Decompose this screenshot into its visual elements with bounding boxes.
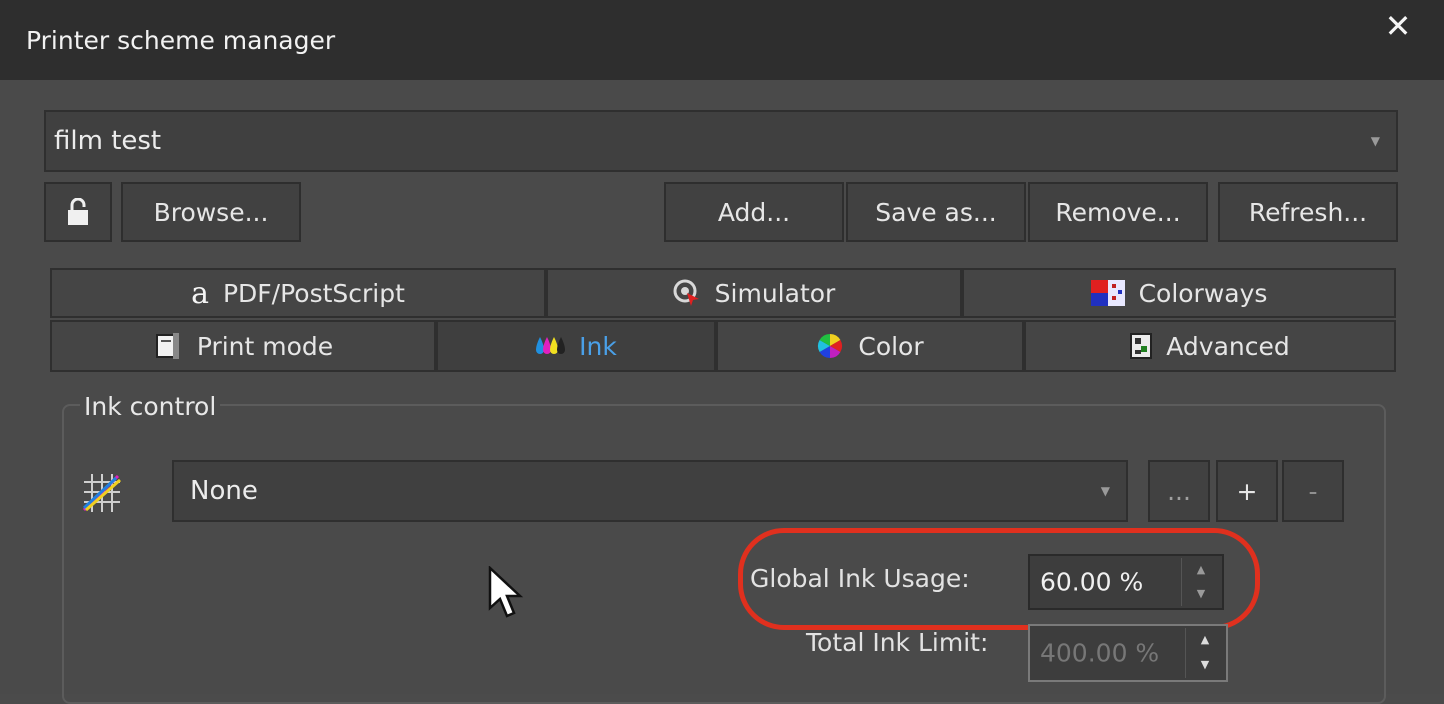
scheme-dropdown[interactable]: film test ▼ xyxy=(44,110,1398,172)
tab-simulator[interactable]: Simulator xyxy=(546,268,962,318)
global-ink-usage-value: 60.00 % xyxy=(1040,567,1144,597)
spin-down-icon[interactable]: ▼ xyxy=(1182,582,1220,606)
spin-down-icon[interactable]: ▼ xyxy=(1186,653,1224,678)
add-button[interactable]: Add... xyxy=(664,182,844,242)
tab-print-mode[interactable]: Print mode xyxy=(50,320,436,372)
ink-control-legend: Ink control xyxy=(80,392,221,421)
spin-up-icon[interactable]: ▲ xyxy=(1182,558,1220,582)
tab-ink[interactable]: Ink xyxy=(436,320,716,372)
global-ink-usage-label: Global Ink Usage: xyxy=(750,564,970,593)
browse-button[interactable]: Browse... xyxy=(121,182,301,242)
tab-label: Simulator xyxy=(714,278,836,308)
colorways-icon xyxy=(1090,280,1125,306)
mouse-cursor-icon xyxy=(488,565,528,622)
tab-label: Print mode xyxy=(196,331,334,361)
scheme-selected: film test xyxy=(54,126,162,156)
total-ink-limit-label: Total Ink Limit: xyxy=(806,628,989,657)
total-ink-limit-spinbox[interactable]: 400.00 % ▲ ▼ xyxy=(1028,624,1228,682)
global-ink-usage-spinbox[interactable]: 60.00 % ▲ ▼ xyxy=(1028,554,1224,610)
spin-up-icon[interactable]: ▲ xyxy=(1186,628,1224,653)
window-title: Printer scheme manager xyxy=(26,26,336,55)
remove-button[interactable]: Remove... xyxy=(1028,182,1208,242)
ink-drops-icon xyxy=(535,335,566,357)
tab-label: Colorways xyxy=(1138,278,1268,308)
tab-advanced[interactable]: Advanced xyxy=(1024,320,1396,372)
total-ink-limit-value: 400.00 % xyxy=(1040,638,1160,668)
simulator-icon xyxy=(673,279,701,307)
tab-label: Ink xyxy=(579,331,617,361)
chevron-down-icon: ▼ xyxy=(1370,134,1380,148)
close-icon[interactable]: ✕ xyxy=(1378,6,1418,46)
ink-curve-add-button[interactable]: + xyxy=(1216,460,1278,522)
ink-curve-remove-button[interactable]: - xyxy=(1282,460,1344,522)
print-mode-icon xyxy=(153,331,183,361)
lock-button[interactable] xyxy=(44,182,112,242)
advanced-icon xyxy=(1130,333,1153,359)
ink-curve-more-button[interactable]: ... xyxy=(1148,460,1210,522)
ink-curve-dropdown[interactable]: None ▼ xyxy=(172,460,1128,522)
pdf-postscript-icon: a xyxy=(191,275,209,311)
save-as-button[interactable]: Save as... xyxy=(846,182,1026,242)
tab-label: Color xyxy=(858,331,924,361)
tab-colorways[interactable]: Colorways xyxy=(962,268,1396,318)
tab-pdf-postscript[interactable]: a PDF/PostScript xyxy=(50,268,546,318)
color-wheel-icon xyxy=(816,332,844,360)
ink-curve-icon xyxy=(80,472,124,514)
tab-label: Advanced xyxy=(1166,331,1290,361)
unlock-icon xyxy=(68,198,88,225)
chevron-down-icon: ▼ xyxy=(1100,484,1110,498)
tab-label: PDF/PostScript xyxy=(222,278,405,308)
refresh-button[interactable]: Refresh... xyxy=(1218,182,1398,242)
tab-color[interactable]: Color xyxy=(716,320,1024,372)
ink-curve-selected: None xyxy=(190,476,258,506)
